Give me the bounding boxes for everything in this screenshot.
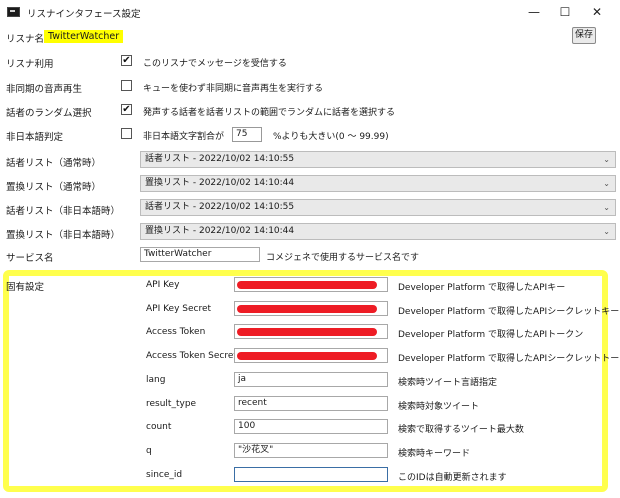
result-type-input[interactable]: recent: [234, 396, 388, 411]
minimize-button[interactable]: —: [519, 0, 549, 24]
access-token-label: Access Token: [146, 327, 206, 337]
option-text-listener-use: このリスナでメッセージを受信する: [143, 59, 287, 69]
speaker-list-nonjp-value: 話者リスト - 2022/10/02 14:10:55: [145, 202, 295, 212]
count-input[interactable]: 100: [234, 419, 388, 434]
speaker-list-normal-dropdown[interactable]: 話者リスト - 2022/10/02 14:10:55 ⌄: [140, 151, 616, 168]
speaker-list-normal-label: 話者リスト（通常時）: [6, 158, 102, 169]
option-label-non-japanese: 非日本語判定: [6, 132, 64, 143]
replace-list-normal-label: 置換リスト（通常時）: [6, 182, 102, 193]
title-bar: リスナインタフェース設定 — ☐ ✕: [0, 0, 620, 24]
non-japanese-text-after: %よりも大きい(0 〜 99.99): [273, 132, 389, 142]
random-speaker-checkbox[interactable]: ✔: [121, 104, 132, 115]
redaction-mark: [237, 305, 377, 313]
api-key-secret-label: API Key Secret: [146, 304, 212, 314]
since-id-desc: このIDは自動更新されます: [398, 473, 507, 483]
chevron-down-icon: ⌄: [603, 227, 610, 236]
option-label-random-speaker: 話者のランダム選択: [6, 108, 92, 119]
q-input[interactable]: "沙花叉": [234, 443, 388, 458]
chevron-down-icon: ⌄: [603, 155, 610, 164]
non-japanese-ratio-input[interactable]: 75: [232, 127, 262, 142]
listener-name-label: リスナ名: [6, 34, 45, 45]
api-key-secret-desc: Developer Platform で取得したAPIシークレットキー: [398, 307, 620, 317]
api-key-secret-input[interactable]: [234, 301, 388, 316]
redaction-mark: [237, 352, 377, 360]
redaction-mark: [237, 281, 377, 289]
count-desc: 検索で取得するツイート最大数: [398, 425, 524, 435]
non-japanese-text-before: 非日本語文字割合が: [143, 132, 225, 142]
speaker-list-nonjp-label: 話者リスト（非日本語時）: [6, 206, 121, 217]
access-token-desc: Developer Platform で取得したAPIトークン: [398, 330, 584, 340]
since-id-label: since_id: [146, 470, 183, 480]
speaker-list-nonjp-dropdown[interactable]: 話者リスト - 2022/10/02 14:10:55 ⌄: [140, 199, 616, 216]
replace-list-nonjp-dropdown[interactable]: 置換リスト - 2022/10/02 14:10:44 ⌄: [140, 223, 616, 240]
service-name-desc: コメジェネで使用するサービス名です: [266, 253, 420, 263]
async-voice-checkbox[interactable]: [121, 80, 132, 91]
access-token-secret-desc: Developer Platform で取得したAPIシークレットトークン: [398, 354, 620, 364]
since-id-input[interactable]: [234, 467, 388, 482]
service-name-label: サービス名: [6, 253, 54, 264]
speaker-list-normal-value: 話者リスト - 2022/10/02 14:10:55: [145, 154, 295, 164]
close-button[interactable]: ✕: [582, 0, 612, 24]
lang-label: lang: [146, 375, 166, 385]
option-label-listener-use: リスナ利用: [6, 59, 54, 70]
save-button[interactable]: 保存: [572, 27, 596, 44]
chevron-down-icon: ⌄: [603, 203, 610, 212]
listener-use-checkbox[interactable]: ✔: [121, 55, 132, 66]
api-key-desc: Developer Platform で取得したAPIキー: [398, 283, 566, 293]
access-token-secret-label: Access Token Secret: [146, 351, 237, 361]
window-title: リスナインタフェース設定: [27, 9, 141, 20]
non-japanese-checkbox[interactable]: [121, 128, 132, 139]
chevron-down-icon: ⌄: [603, 179, 610, 188]
option-text-async-voice: キューを使わず非同期に音声再生を実行する: [143, 84, 324, 94]
replace-list-nonjp-value: 置換リスト - 2022/10/02 14:10:44: [145, 226, 295, 236]
redaction-mark: [237, 328, 377, 336]
q-label: q: [146, 446, 152, 456]
lang-input[interactable]: ja: [234, 372, 388, 387]
result-type-label: result_type: [146, 399, 197, 409]
result-type-desc: 検索時対象ツイート: [398, 402, 480, 412]
api-key-label: API Key: [146, 280, 180, 290]
access-token-input[interactable]: [234, 324, 388, 339]
q-desc: 検索時キーワード: [398, 449, 471, 459]
option-text-random-speaker: 発声する話者を話者リストの範囲でランダムに話者を選択する: [143, 108, 396, 118]
replace-list-nonjp-label: 置換リスト（非日本語時）: [6, 230, 121, 241]
replace-list-normal-dropdown[interactable]: 置換リスト - 2022/10/02 14:10:44 ⌄: [140, 175, 616, 192]
count-label: count: [146, 422, 172, 432]
service-name-input[interactable]: TwitterWatcher: [140, 247, 260, 262]
api-key-input[interactable]: [234, 277, 388, 292]
app-icon: [7, 7, 20, 17]
listener-name-value: TwitterWatcher: [44, 30, 124, 43]
specific-settings-label: 固有設定: [6, 282, 45, 293]
maximize-button[interactable]: ☐: [550, 0, 580, 24]
lang-desc: 検索時ツイート言語指定: [398, 378, 498, 388]
access-token-secret-input[interactable]: [234, 348, 388, 363]
option-label-async-voice: 非同期の音声再生: [6, 84, 83, 95]
replace-list-normal-value: 置換リスト - 2022/10/02 14:10:44: [145, 178, 295, 188]
